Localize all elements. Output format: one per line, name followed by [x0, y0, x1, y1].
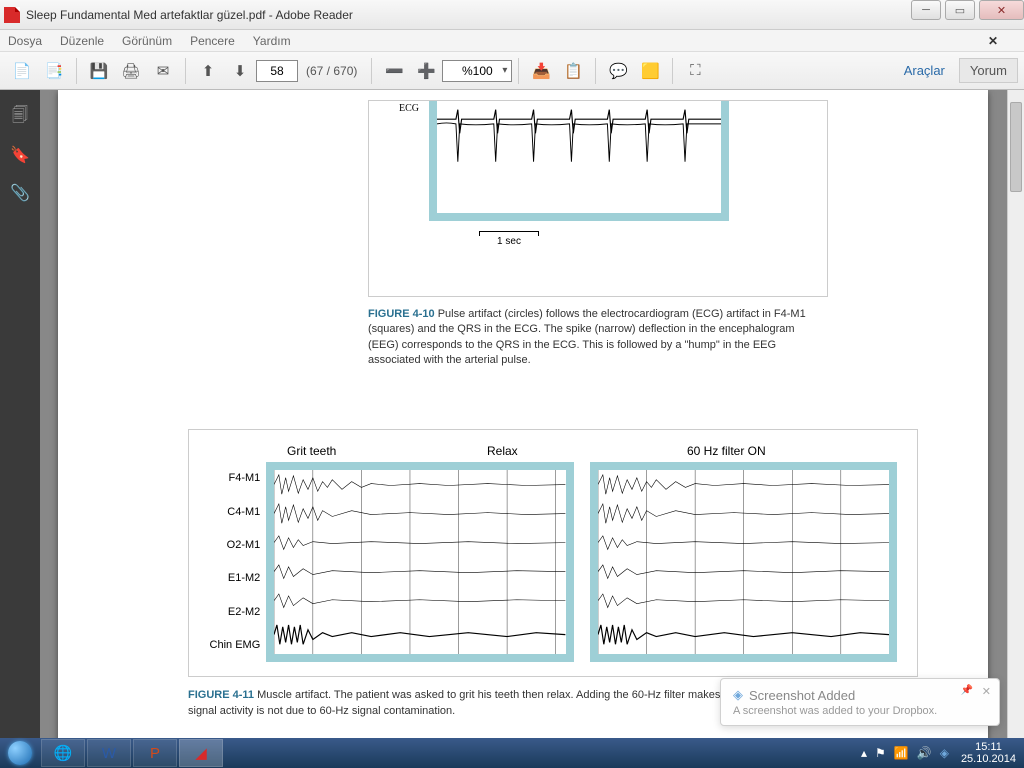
- zoom-select[interactable]: %100: [442, 60, 512, 82]
- tray-dropbox-icon[interactable]: ◈: [940, 746, 949, 760]
- figure-4-10-panel: [429, 101, 729, 221]
- menu-window[interactable]: Pencere: [190, 34, 235, 48]
- vertical-scrollbar[interactable]: [1007, 90, 1024, 738]
- scrollbar-thumb[interactable]: [1010, 102, 1022, 192]
- page-down-icon[interactable]: ⬇: [226, 57, 254, 85]
- export-pdf-icon[interactable]: 📄: [8, 57, 36, 85]
- side-panel: 🗐 🔖 📎: [0, 90, 40, 738]
- page-total-label: (67 / 670): [306, 64, 357, 78]
- close-button[interactable]: ✕: [979, 0, 1024, 20]
- eeg-panel-left: [266, 462, 573, 662]
- taskbar: 🌐 W P ◢ ▴ ⚑ 📶 🔊 ◈ 15:11 25.10.2014: [0, 738, 1024, 768]
- taskbar-powerpoint[interactable]: P: [133, 739, 177, 767]
- page-display-icon[interactable]: 📋: [559, 57, 587, 85]
- window-controls: ─ ▭ ✕: [907, 0, 1024, 20]
- print-icon[interactable]: 🖨: [117, 57, 145, 85]
- taskbar-adobe[interactable]: ◢: [179, 739, 223, 767]
- document-area[interactable]: ECG 1 sec FIGURE 4-10 Pulse artifact (ci…: [40, 90, 1024, 738]
- notification-body: A screenshot was added to your Dropbox.: [733, 705, 987, 717]
- zoom-in-icon[interactable]: ➕: [412, 57, 440, 85]
- tray-network-icon[interactable]: 📶: [894, 746, 909, 760]
- menu-edit[interactable]: Düzenle: [60, 34, 104, 48]
- ecg-waveform: [437, 101, 721, 213]
- taskbar-word[interactable]: W: [87, 739, 131, 767]
- eeg-panel-right: [590, 462, 897, 662]
- menu-help[interactable]: Yardım: [253, 34, 291, 48]
- start-button[interactable]: [0, 738, 40, 768]
- minimize-button[interactable]: ─: [911, 0, 941, 20]
- pdf-page: ECG 1 sec FIGURE 4-10 Pulse artifact (ci…: [58, 90, 988, 738]
- pin-icon[interactable]: 📌: [961, 685, 973, 696]
- pdf-icon: [4, 7, 20, 23]
- channel-labels: F4-M1 C4-M1 O2-M1 E1-M2 E2-M2 Chin EMG: [197, 462, 266, 662]
- dropbox-notification[interactable]: 📌 ✕ ◈ Screenshot Added A screenshot was a…: [720, 678, 1000, 726]
- window-titlebar: Sleep Fundamental Med artefaktlar güzel.…: [0, 0, 1024, 30]
- menu-file[interactable]: Dosya: [8, 34, 42, 48]
- menu-bar: Dosya Düzenle Görünüm Pencere Yardım ✕: [0, 30, 1024, 52]
- tray-up-icon[interactable]: ▴: [861, 746, 867, 760]
- save-copy-icon[interactable]: 📥: [527, 57, 555, 85]
- dropbox-icon: ◈: [733, 687, 743, 703]
- tools-link[interactable]: Araçlar: [904, 63, 945, 78]
- menu-close-icon[interactable]: ✕: [988, 34, 998, 48]
- figure-4-11-headers: Grit teeth Relax 60 Hz filter ON: [287, 444, 897, 458]
- window-title: Sleep Fundamental Med artefaktlar güzel.…: [26, 8, 353, 22]
- toolbar: 📄 📑 💾 🖨 ✉ ⬆ ⬇ (67 / 670) ➖ ➕ %100 📥 📋 💬 …: [0, 52, 1024, 90]
- tray-flag-icon[interactable]: ⚑: [875, 746, 886, 760]
- system-tray: ▴ ⚑ 📶 🔊 ◈ 15:11 25.10.2014: [857, 741, 1024, 765]
- email-icon[interactable]: ✉: [149, 57, 177, 85]
- zoom-out-icon[interactable]: ➖: [380, 57, 408, 85]
- comment-link[interactable]: Yorum: [959, 58, 1018, 83]
- comment-icon[interactable]: 💬: [604, 57, 632, 85]
- figure-4-10-box: ECG 1 sec: [368, 100, 828, 297]
- create-pdf-icon[interactable]: 📑: [40, 57, 68, 85]
- highlight-icon[interactable]: 🟨: [636, 57, 664, 85]
- thumbnails-icon[interactable]: 🗐: [7, 104, 33, 130]
- page-number-input[interactable]: [256, 60, 298, 82]
- read-mode-icon[interactable]: ⛶: [681, 57, 709, 85]
- page-up-icon[interactable]: ⬆: [194, 57, 222, 85]
- ecg-label: ECG: [399, 103, 419, 114]
- figure-4-10-caption: FIGURE 4-10 Pulse artifact (circles) fol…: [368, 307, 818, 369]
- scale-bar: 1 sec: [479, 231, 539, 247]
- bookmark-icon[interactable]: 🔖: [7, 142, 33, 168]
- taskbar-clock[interactable]: 15:11 25.10.2014: [961, 741, 1016, 765]
- notification-close-icon[interactable]: ✕: [982, 685, 991, 698]
- attachments-icon[interactable]: 📎: [7, 180, 33, 206]
- figure-4-11-box: Grit teeth Relax 60 Hz filter ON F4-M1 C…: [188, 429, 918, 677]
- menu-view[interactable]: Görünüm: [122, 34, 172, 48]
- tray-volume-icon[interactable]: 🔊: [917, 746, 932, 760]
- maximize-button[interactable]: ▭: [945, 0, 975, 20]
- notification-title: Screenshot Added: [749, 688, 855, 703]
- save-icon[interactable]: 💾: [85, 57, 113, 85]
- taskbar-ie[interactable]: 🌐: [41, 739, 85, 767]
- app-body: 🗐 🔖 📎 ECG 1 sec: [0, 90, 1024, 738]
